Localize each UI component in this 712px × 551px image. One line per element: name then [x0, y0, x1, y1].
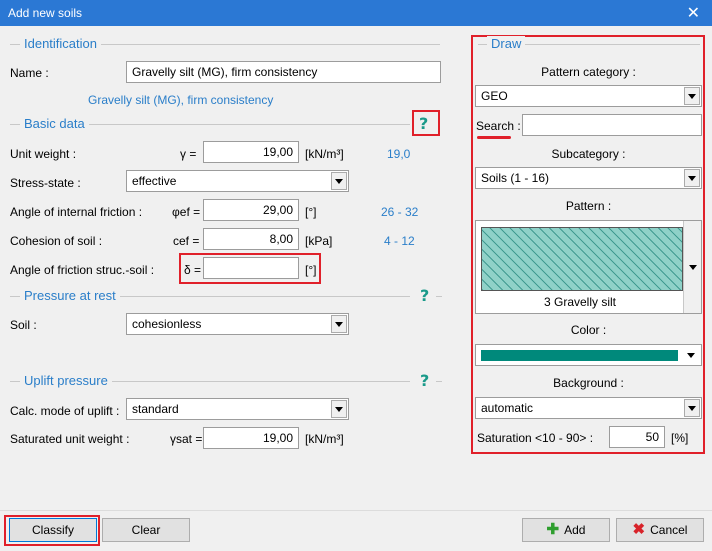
basic-data-title: Basic data — [20, 116, 89, 131]
window-title: Add new soils — [8, 6, 83, 20]
stress-state-label: Stress-state : — [10, 176, 81, 190]
uplift-mode-value: standard — [132, 402, 179, 416]
cancel-label: Cancel — [650, 523, 688, 537]
unit-weight-hint: 19,0 — [387, 147, 411, 161]
pattern-category-value: GEO — [481, 89, 508, 103]
background-label: Background : — [553, 376, 624, 390]
subcategory-select[interactable]: Soils (1 - 16) — [475, 167, 702, 189]
search-underline — [477, 136, 511, 139]
subcategory-label: Subcategory : — [551, 147, 626, 161]
cohesion-label: Cohesion of soil : — [10, 234, 103, 248]
subcategory-value: Soils (1 - 16) — [481, 171, 550, 185]
background-select[interactable]: automatic — [475, 397, 702, 419]
chevron-down-icon[interactable] — [687, 353, 695, 358]
cohesion-symbol: cef = — [173, 234, 200, 248]
close-icon[interactable]: ✕ — [687, 3, 700, 23]
chevron-down-icon[interactable] — [331, 400, 347, 418]
stress-state-select[interactable]: effective — [126, 170, 349, 192]
uplift-mode-select[interactable]: standard — [126, 398, 349, 420]
chevron-down-icon[interactable] — [684, 87, 700, 105]
sat-weight-unit: [kN/m³] — [305, 432, 344, 446]
saturation-unit: [%] — [671, 431, 689, 445]
clear-label: Clear — [131, 523, 161, 537]
background-value: automatic — [481, 401, 534, 415]
cancel-button[interactable]: ✖ Cancel — [616, 518, 704, 542]
basic-data-help-highlight — [412, 110, 440, 136]
pattern-label: Pattern : — [565, 199, 612, 213]
sat-weight-symbol: γsat = — [170, 432, 203, 446]
add-label: Add — [564, 523, 586, 537]
name-label: Name : — [10, 66, 49, 80]
name-preview: Gravelly silt (MG), firm consistency — [88, 93, 274, 107]
saturation-input[interactable]: 50 — [609, 426, 665, 448]
bottom-divider — [0, 510, 712, 511]
uplift-help-icon[interactable]: ? — [420, 371, 429, 390]
pressure-at-rest-title: Pressure at rest — [20, 288, 120, 303]
color-swatch — [481, 350, 678, 361]
soil-value: cohesionless — [132, 317, 202, 331]
add-button[interactable]: ✚ Add — [522, 518, 610, 542]
sat-weight-label: Saturated unit weight : — [10, 432, 130, 446]
pressure-help-icon[interactable]: ? — [420, 286, 429, 305]
cohesion-hint: 4 - 12 — [384, 234, 415, 248]
chevron-down-icon[interactable] — [331, 172, 347, 190]
friction-angle-hint: 26 - 32 — [381, 205, 419, 219]
title-bar: Add new soils ✕ — [0, 0, 712, 26]
classify-label: Classify — [31, 523, 74, 537]
sat-weight-input[interactable]: 19,00 — [203, 427, 299, 449]
unit-weight-symbol: γ = — [180, 147, 197, 161]
pattern-category-label: Pattern category : — [541, 65, 636, 79]
struc-friction-unit: [°] — [305, 263, 317, 277]
struc-friction-input[interactable] — [203, 257, 299, 279]
pattern-name: 3 Gravelly silt — [543, 295, 617, 309]
color-label: Color : — [570, 323, 607, 337]
friction-angle-unit: [°] — [305, 205, 317, 219]
unit-weight-label: Unit weight : — [10, 147, 77, 161]
uplift-title: Uplift pressure — [20, 373, 112, 388]
unit-weight-input[interactable]: 19,00 — [203, 141, 299, 163]
identification-title: Identification — [20, 36, 101, 51]
chevron-down-icon[interactable] — [684, 169, 700, 187]
draw-title: Draw — [487, 36, 526, 51]
pattern-swatch — [481, 227, 683, 291]
plus-icon: ✚ — [546, 521, 560, 538]
classify-button[interactable]: Classify — [9, 518, 97, 542]
search-input[interactable] — [522, 114, 702, 136]
stress-state-value: effective — [132, 174, 177, 188]
chevron-down-icon[interactable] — [684, 399, 700, 417]
uplift-divider-end — [436, 381, 442, 382]
clear-button[interactable]: Clear — [102, 518, 190, 542]
soil-select[interactable]: cohesionless — [126, 313, 349, 335]
pressure-divider-end — [436, 296, 442, 297]
chevron-down-icon[interactable] — [683, 221, 701, 313]
soil-label: Soil : — [10, 318, 37, 332]
color-select[interactable] — [475, 344, 702, 366]
pattern-category-select[interactable]: GEO — [475, 85, 702, 107]
search-label: Search : — [476, 119, 521, 133]
struc-friction-label: Angle of friction struc.-soil : — [10, 263, 155, 277]
chevron-down-icon[interactable] — [331, 315, 347, 333]
uplift-mode-label: Calc. mode of uplift : — [10, 404, 120, 418]
x-icon: ✖ — [632, 521, 646, 538]
saturation-label: Saturation <10 - 90> : — [477, 431, 594, 445]
friction-angle-label: Angle of internal friction : — [10, 205, 143, 219]
name-input[interactable]: Gravelly silt (MG), firm consistency — [126, 61, 441, 83]
cohesion-input[interactable]: 8,00 — [203, 228, 299, 250]
friction-angle-input[interactable]: 29,00 — [203, 199, 299, 221]
cohesion-unit: [kPa] — [305, 234, 333, 248]
friction-angle-symbol: φef = — [172, 205, 201, 219]
pattern-picker[interactable]: 3 Gravelly silt — [475, 220, 702, 314]
struc-friction-symbol: δ = — [184, 263, 202, 277]
unit-weight-unit: [kN/m³] — [305, 147, 344, 161]
